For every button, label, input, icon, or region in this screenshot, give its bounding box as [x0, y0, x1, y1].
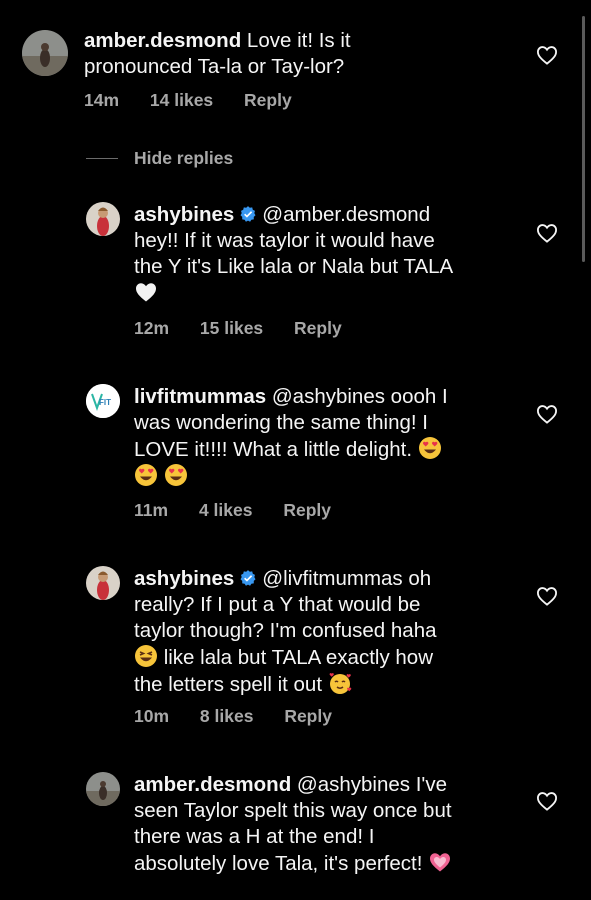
comment-line: there was a H at the end! I — [134, 825, 375, 848]
username[interactable]: amber.desmond — [134, 773, 291, 796]
timestamp: 11m — [134, 500, 169, 520]
username[interactable]: amber.desmond — [84, 29, 241, 52]
mention[interactable]: @amber.desmond — [262, 203, 430, 226]
heart-eyes-emoji — [134, 463, 158, 487]
comment-line: Love it! Is it — [246, 29, 351, 52]
timestamp: 10m — [134, 706, 170, 726]
reply-button[interactable]: Reply — [244, 90, 292, 110]
comment-line: seen Taylor spelt this way once but — [134, 799, 452, 822]
smiling-face-with-hearts-emoji — [328, 671, 352, 695]
comment-text: ashybines @amber.desmond hey!! If it was … — [134, 202, 544, 307]
comment-text: amber.desmond Love it! Is it pronounced … — [84, 28, 524, 80]
like-heart-icon[interactable] — [536, 586, 558, 606]
comment-line: the Y it's Like lala or Nala but TALA — [134, 255, 454, 278]
avatar[interactable] — [86, 202, 120, 236]
username[interactable]: ashybines — [134, 567, 234, 590]
comment-meta: 12m 15 likes Reply — [134, 318, 368, 339]
hide-replies-button[interactable]: Hide replies — [86, 146, 233, 170]
heart-eyes-emoji — [164, 463, 188, 487]
comment-line: pronounced Ta-la or Tay-lor? — [84, 55, 345, 78]
comment-line: taylor though? I'm confused haha — [134, 619, 437, 642]
verified-badge-icon — [239, 205, 257, 223]
like-count[interactable]: 15 likes — [200, 318, 263, 338]
comment-line: was wondering the same thing! I — [134, 411, 428, 434]
timestamp: 14m — [84, 90, 120, 110]
like-heart-icon[interactable] — [536, 791, 558, 811]
comment-meta: 11m 4 likes Reply — [134, 500, 357, 521]
reply-button[interactable]: Reply — [294, 318, 342, 338]
like-heart-icon[interactable] — [536, 45, 558, 65]
avatar[interactable]: FIT — [86, 384, 120, 418]
reply-button[interactable]: Reply — [284, 706, 332, 726]
growing-heart-emoji — [428, 850, 452, 874]
username[interactable]: ashybines — [134, 203, 234, 226]
white-heart-emoji — [134, 280, 158, 304]
scrollbar[interactable] — [582, 16, 585, 262]
heart-eyes-emoji — [418, 436, 442, 460]
comment-line: absolutely love Tala, it's perfect! — [134, 852, 423, 875]
comment-line: really? If I put a Y that would be — [134, 593, 421, 616]
avatar-logo-text: FIT — [99, 398, 111, 407]
comment-text: ashybines @livfitmummas oh really? If I p… — [134, 566, 544, 698]
comment-line: the letters spell it out — [134, 673, 323, 696]
avatar[interactable] — [86, 566, 120, 600]
like-heart-icon[interactable] — [536, 223, 558, 243]
verified-badge-icon — [239, 569, 257, 587]
like-count[interactable]: 14 likes — [150, 90, 213, 110]
like-heart-icon[interactable] — [536, 404, 558, 424]
username[interactable]: livfitmummas — [134, 385, 266, 408]
avatar[interactable] — [22, 30, 68, 76]
timestamp: 12m — [134, 318, 170, 338]
like-count[interactable]: 8 likes — [200, 706, 254, 726]
mention-line: @ashybines oooh I — [271, 385, 448, 408]
divider — [86, 157, 118, 159]
comment-text: amber.desmond @ashybines I've seen Taylo… — [134, 772, 544, 877]
comment-line: like lala but TALA exactly how — [163, 646, 434, 669]
reply-button[interactable]: Reply — [283, 500, 331, 520]
mention-line: @ashybines I've — [296, 773, 447, 796]
comment-meta: 14m 14 likes Reply — [84, 90, 318, 111]
comment-line: LOVE it!!!! What a little delight. — [134, 438, 413, 461]
comment-line: hey!! If it was taylor it would have — [134, 229, 435, 252]
comment-meta: 10m 8 likes Reply — [134, 706, 358, 727]
avatar[interactable] — [86, 772, 120, 806]
mention-line: @livfitmummas oh — [262, 567, 432, 590]
laughing-emoji — [134, 644, 158, 668]
comment-text: livfitmummas @ashybines oooh I was wonde… — [134, 384, 544, 490]
like-count[interactable]: 4 likes — [199, 500, 253, 520]
hide-replies-label[interactable]: Hide replies — [134, 148, 233, 169]
